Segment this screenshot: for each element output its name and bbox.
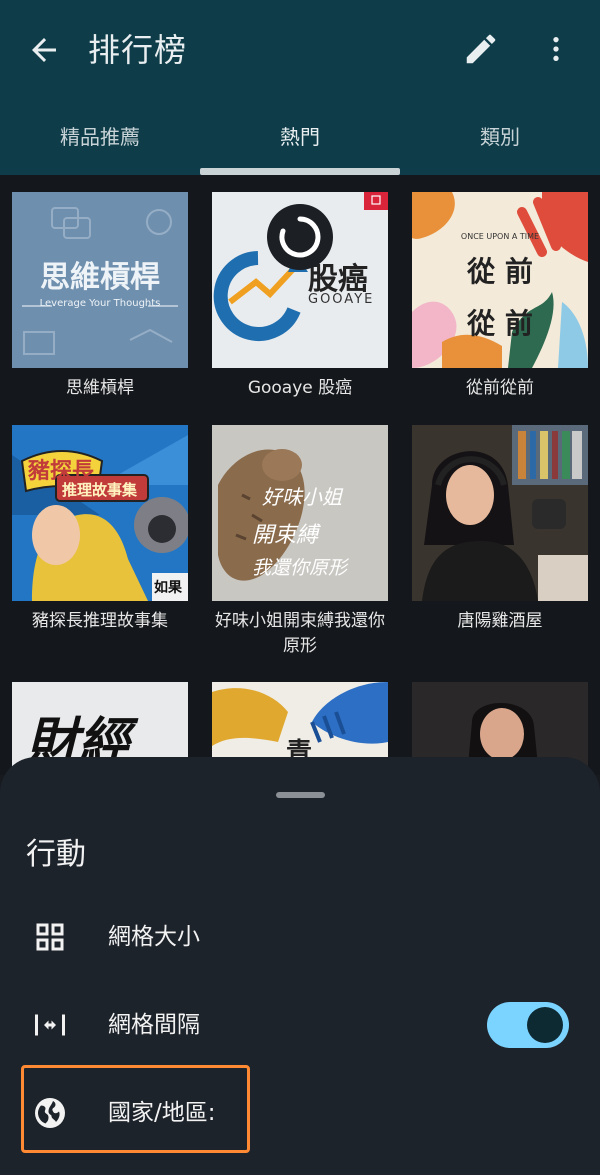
tab-popular[interactable]: 熱門	[200, 112, 400, 175]
podcast-card[interactable]: 思維槓桿 Leverage Your Thoughts 思維槓桿	[12, 192, 188, 401]
cover-subtitle: 推理故事集	[62, 481, 138, 499]
cover-top-text: ONCE UPON A TIME	[460, 232, 540, 241]
podcast-title: 好味小姐開束縛我還你原形	[215, 611, 385, 656]
podcast-cover: 思維槓桿 Leverage Your Thoughts	[12, 192, 188, 368]
podcast-title: 思維槓桿	[66, 378, 134, 398]
podcast-cover: 豬探長 推理故事集 如果	[12, 425, 188, 601]
podcast-title: Gooaye 股癌	[247, 378, 353, 398]
cover-badge: 如果	[154, 580, 182, 596]
grid-size-option[interactable]: 網格大小	[0, 902, 600, 972]
sheet-title: 行動	[26, 837, 86, 872]
podcast-cover: 股癌 GOOAYE	[212, 192, 388, 368]
cover-line-2: 開束縛	[252, 523, 319, 548]
podcast-host-photo	[412, 425, 588, 601]
page-title: 排行榜	[88, 31, 188, 69]
horizontal-spacing-icon	[35, 1014, 65, 1036]
podcast-card[interactable]: ONCE UPON A TIME 從 前 從 前 從前從前	[412, 192, 588, 401]
podcast-card[interactable]: 唐陽雞酒屋	[412, 425, 588, 634]
tab-categories[interactable]: 類別	[400, 112, 600, 175]
loading-spinner-icon	[267, 204, 333, 270]
tab-indicator	[200, 168, 400, 175]
podcast-title: 從前從前	[466, 378, 534, 398]
selection-highlight-box	[21, 1065, 250, 1153]
cover-subtitle: Leverage Your Thoughts	[39, 298, 161, 309]
cover-line-1: 好味小姐	[262, 485, 342, 509]
grid-spacing-label: 網格間隔	[108, 1012, 200, 1038]
cover-line-3: 我還你原形	[252, 557, 348, 579]
grid-spacing-option[interactable]: 網格間隔	[0, 990, 600, 1060]
app-bar: 排行榜 精品推薦 熱門 類別	[0, 0, 600, 175]
cover-line-1: 從 前	[467, 255, 533, 288]
cover-subtitle: GOOAYE	[308, 292, 375, 307]
grid-size-label: 網格大小	[108, 924, 200, 950]
tab-featured[interactable]: 精品推薦	[0, 112, 200, 175]
podcast-cover: 好味小姐 開束縛 我還你原形	[212, 425, 388, 601]
podcast-title: 唐陽雞酒屋	[457, 611, 543, 631]
toggle-knob	[527, 1007, 563, 1043]
cover-title: 思維槓桿	[40, 260, 160, 295]
pencil-icon[interactable]	[462, 30, 500, 68]
tab-bar: 精品推薦 熱門 類別	[0, 112, 600, 175]
podcast-card[interactable]: 豬探長 推理故事集 如果 豬探長推理故事集	[12, 425, 188, 634]
arrow-back-icon[interactable]	[26, 32, 62, 68]
drag-handle[interactable]	[276, 792, 325, 798]
cover-line-2: 從 前	[467, 307, 533, 340]
podcast-title: 豬探長推理故事集	[32, 611, 168, 631]
more-vertical-icon[interactable]	[540, 30, 572, 68]
podcast-card[interactable]: 好味小姐 開束縛 我還你原形 好味小姐開束縛我還你原形	[212, 425, 388, 659]
podcast-card[interactable]: 股癌 GOOAYE Gooaye 股癌	[212, 192, 388, 401]
podcast-grid: 思維槓桿 Leverage Your Thoughts 思維槓桿 股癌 GOOA…	[0, 175, 600, 775]
podcast-cover	[412, 425, 588, 601]
grid-icon	[36, 923, 64, 951]
grid-spacing-toggle[interactable]	[487, 1002, 569, 1048]
podcast-cover: ONCE UPON A TIME 從 前 從 前	[412, 192, 588, 368]
